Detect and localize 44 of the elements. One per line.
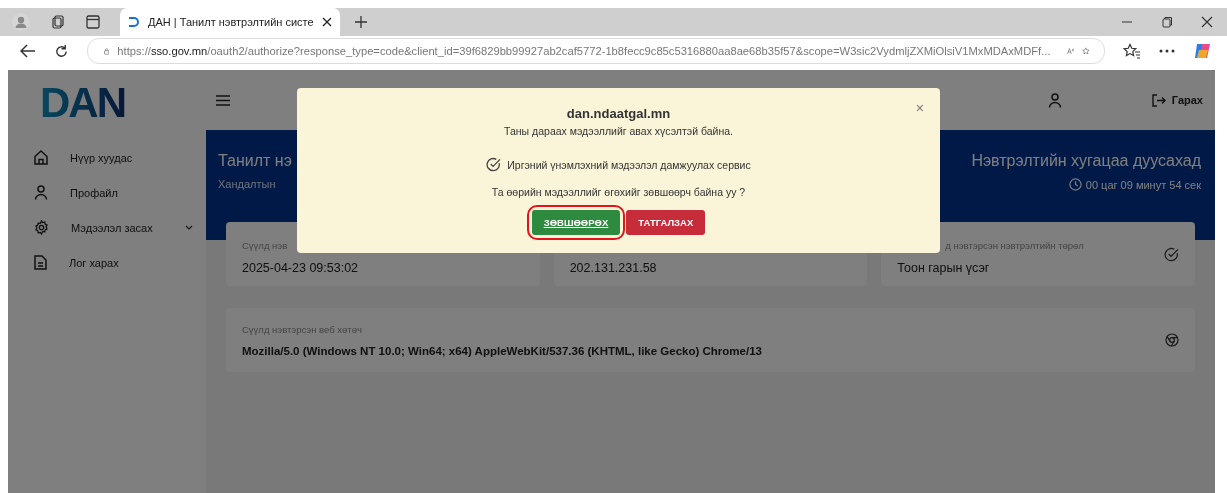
user-icon [34,185,48,200]
settings-icon [34,220,49,235]
address-field[interactable]: https://sso.gov.mn/oauth2/authorize?response_type=code&client_id=39f6829bb99927ab2caf5772-1b8fecc9c85c5316880aa8ae68b35f57&scope=W3sic2VydmljZXMiOlsiV1MxMDAxMDFf... [87,38,1105,64]
clock-icon [1068,178,1082,191]
logout-icon [1151,93,1166,107]
check-circle-icon [1164,246,1179,262]
user-icon[interactable] [1047,92,1062,108]
browser-icon [1165,333,1179,347]
nav-item[interactable]: Лог харах [8,245,206,280]
decline-button[interactable]: ТАТГАЛЗАХ [626,210,706,235]
close-icon[interactable] [321,17,332,27]
menu-icon[interactable] [216,94,230,106]
close-icon[interactable] [1201,16,1213,28]
logout-button[interactable]: Гарах [1151,93,1203,107]
consent-question: Та өөрийн мэдээллийг өгөхийг зөвшөөрч байна уу ? [491,186,746,198]
session-timer-title: Нэвтрэлтийн хугацаа дуусахад [971,152,1201,170]
new-tab-icon[interactable] [353,15,368,29]
more-icon[interactable] [1159,49,1175,53]
back-icon[interactable] [20,44,36,58]
dialog-message: Таны дараах мэдээллийг авах хүсэлтэй байна. [504,125,733,137]
card-value: 202.131.231.58 [569,260,657,275]
dialog-title: dan.ndaatgal.mn [566,106,671,121]
close-button[interactable]: × [915,100,924,116]
accept-button[interactable]: ЗӨВШӨӨРӨХ [531,210,621,235]
card-value: 2025-04-23 09:53:02 [242,260,359,275]
site-icon [128,17,140,27]
hero-subtitle: Хандалтын [218,178,277,190]
browser-tab[interactable]: ДАН | Танилт нэвтрэлтийн систе [120,8,340,36]
card-value: Mozilla/5.0 (Windows NT 10.0; Win64; x64) AppleWebKit/537.36 (KHTML, like Gecko) Chrome/13 [242,344,762,357]
card-value: Тоон гарын үсэг [897,260,990,275]
nav-item[interactable]: Нүүр хуудас [8,140,206,175]
scope-label: Иргэний үнэмлэхний мэдээлэл дамжуулах сервис [507,158,751,171]
home-icon [34,150,48,165]
tab-actions-icon[interactable] [86,15,100,29]
refresh-icon[interactable] [54,43,69,59]
workspaces-icon[interactable] [50,14,66,30]
favorites-icon[interactable] [1123,43,1141,59]
copilot-icon[interactable] [1193,41,1213,61]
hero-title: Танилт нэ [218,152,292,170]
nav-item[interactable]: Мэдээлэл засах [8,210,206,245]
nav-item[interactable]: Профайл [8,175,206,210]
restore-icon[interactable] [1161,16,1173,28]
document-icon [34,255,47,270]
session-timer: 00 цаг 09 минут 54 сек [1085,178,1201,191]
